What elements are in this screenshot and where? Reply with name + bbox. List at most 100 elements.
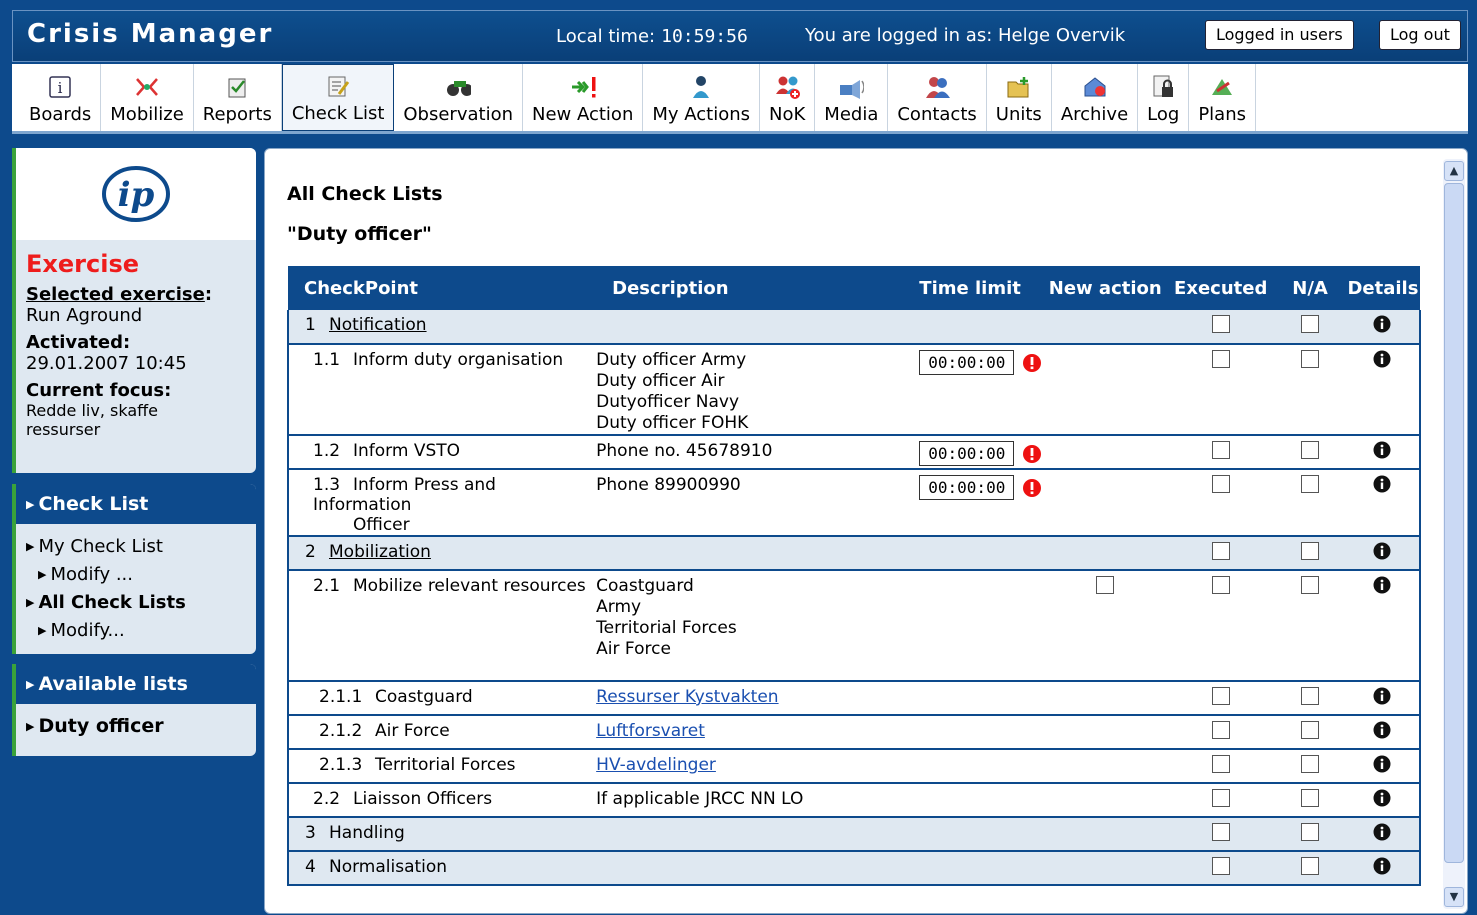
info-icon[interactable] [1373, 857, 1391, 875]
resource-link[interactable]: Ressurser Kystvakten [596, 687, 778, 707]
toolbar-archive[interactable]: Archive [1052, 64, 1139, 131]
na-checkbox[interactable] [1301, 789, 1320, 807]
section-link[interactable]: Mobilization [329, 542, 431, 562]
scroll-thumb[interactable] [1444, 183, 1464, 863]
executed-checkbox[interactable] [1211, 315, 1230, 333]
media-icon [838, 74, 865, 100]
toolbar-observation[interactable]: Observation [394, 64, 523, 131]
executed-checkbox[interactable] [1211, 475, 1230, 493]
resource-link[interactable]: HV-avdelinger [596, 755, 716, 775]
executed-checkbox[interactable] [1211, 789, 1230, 807]
mobilize-icon [134, 74, 160, 100]
toolbar-reports[interactable]: Reports [194, 64, 282, 131]
arrow-right-icon: ▶ [38, 624, 47, 637]
info-icon[interactable] [1373, 315, 1391, 333]
info-icon[interactable] [1373, 475, 1391, 493]
col-executed: Executed [1167, 266, 1275, 310]
info-icon[interactable] [1373, 755, 1391, 773]
na-checkbox[interactable] [1301, 350, 1320, 368]
toolbar-log[interactable]: Log [1138, 64, 1190, 131]
info-icon[interactable] [1373, 350, 1391, 368]
table-row: 2.1 Mobilize relevant resources Coastguar… [286, 570, 1422, 682]
checklist-icon [325, 73, 351, 99]
executed-checkbox[interactable] [1211, 721, 1230, 739]
info-icon[interactable] [1373, 441, 1391, 459]
checklist-table: CheckPoint Description Time limit New ac… [286, 266, 1422, 886]
toolbar-contacts[interactable]: Contacts [888, 64, 987, 131]
resource-link[interactable]: Luftforsvaret [596, 721, 705, 741]
executed-checkbox[interactable] [1211, 441, 1230, 459]
toolbar-new-action[interactable]: New Action [523, 64, 644, 131]
plans-icon [1209, 74, 1235, 100]
page-subtitle: "Duty officer" [287, 223, 432, 245]
info-icon[interactable] [1373, 576, 1391, 594]
na-checkbox[interactable] [1301, 721, 1320, 739]
archive-icon [1081, 74, 1107, 100]
reports-icon [224, 74, 250, 100]
exercise-title: Exercise [26, 250, 140, 278]
nav-duty-officer[interactable]: ▶ Duty officer [16, 704, 256, 751]
toolbar-mobilize[interactable]: Mobilize [101, 64, 194, 131]
selected-exercise-label[interactable]: Selected exercise [26, 284, 205, 305]
time-limit-input[interactable]: 00:00:00 [919, 350, 1015, 375]
contacts-icon [924, 74, 951, 100]
col-checkpoint: CheckPoint [288, 266, 597, 310]
info-icon[interactable] [1373, 721, 1391, 739]
nav-my-check-list[interactable]: ▶ My Check List [16, 534, 256, 562]
executed-checkbox[interactable] [1211, 687, 1230, 705]
executed-checkbox[interactable] [1211, 857, 1230, 875]
executed-checkbox[interactable] [1211, 350, 1230, 368]
available-lists-head[interactable]: ▶ Available lists [16, 664, 256, 704]
activated-label: Activated: [26, 332, 131, 353]
na-checkbox[interactable] [1301, 542, 1320, 560]
section-link[interactable]: Notification [329, 315, 427, 335]
col-new-action: New action [1043, 266, 1168, 310]
person-icon [688, 74, 714, 100]
toolbar-media[interactable]: Media [815, 64, 889, 131]
time-limit-input[interactable]: 00:00:00 [919, 441, 1015, 466]
arrow-right-icon: ▶ [26, 498, 35, 511]
na-checkbox[interactable] [1301, 315, 1320, 333]
executed-checkbox[interactable] [1211, 576, 1230, 594]
info-icon[interactable] [1373, 542, 1391, 560]
executed-checkbox[interactable] [1211, 755, 1230, 773]
info-icon[interactable] [1373, 789, 1391, 807]
time-limit-input[interactable]: 00:00:00 [919, 475, 1015, 500]
na-checkbox[interactable] [1301, 687, 1320, 705]
nav-modify-all-lists[interactable]: ▶ Modify... [16, 618, 256, 646]
na-checkbox[interactable] [1301, 755, 1320, 773]
nav-all-check-lists[interactable]: ▶ All Check Lists [16, 590, 256, 618]
na-checkbox[interactable] [1301, 441, 1320, 459]
new-action-checkbox[interactable] [1096, 576, 1115, 594]
selected-exercise-value: Run Aground [26, 305, 143, 326]
checklist-nav-head[interactable]: ▶ Check List [16, 484, 256, 524]
col-description: Description [596, 266, 904, 310]
logout-button[interactable]: Log out [1379, 20, 1461, 50]
toolbar-nok[interactable]: NoK [760, 64, 816, 131]
table-row: 2.1.2 Air Force Luftforsvaret [286, 715, 1422, 750]
executed-checkbox[interactable] [1211, 823, 1230, 841]
scroll-up-icon[interactable]: ▲ [1444, 161, 1464, 181]
executed-checkbox[interactable] [1211, 542, 1230, 560]
na-checkbox[interactable] [1301, 857, 1320, 875]
nav-modify-my-list[interactable]: ▶ Modify ... [16, 562, 256, 590]
na-checkbox[interactable] [1301, 823, 1320, 841]
checklist-nav: ▶ Check List ▶ My Check List ▶ Modify ... ▶… [12, 484, 256, 654]
scroll-down-icon[interactable]: ▼ [1444, 887, 1464, 907]
na-checkbox[interactable] [1301, 475, 1320, 493]
na-checkbox[interactable] [1301, 576, 1320, 594]
page-title: All Check Lists [287, 183, 443, 205]
info-icon[interactable] [1373, 823, 1391, 841]
logged-in-users-button[interactable]: Logged in users [1205, 20, 1354, 50]
info-icon[interactable] [1373, 687, 1391, 705]
toolbar-plans[interactable]: Plans [1189, 64, 1256, 131]
table-row: 2.2 Liaisson Officers If applicable JRCC … [286, 783, 1422, 818]
vertical-scrollbar[interactable]: ▲ ▼ [1443, 159, 1465, 909]
toolbar-check-list[interactable]: Check List [281, 64, 395, 131]
logged-in-as: You are logged in as: Helge Overvik [805, 25, 1126, 46]
toolbar-units[interactable]: Units [987, 64, 1052, 131]
toolbar-my-actions[interactable]: My Actions [643, 64, 761, 131]
exercise-info-panel: ip Exercise Selected exercise: Run Agrou… [12, 148, 256, 473]
table-row: 3 Handling [286, 817, 1422, 852]
toolbar-boards[interactable]: i Boards [20, 64, 102, 131]
